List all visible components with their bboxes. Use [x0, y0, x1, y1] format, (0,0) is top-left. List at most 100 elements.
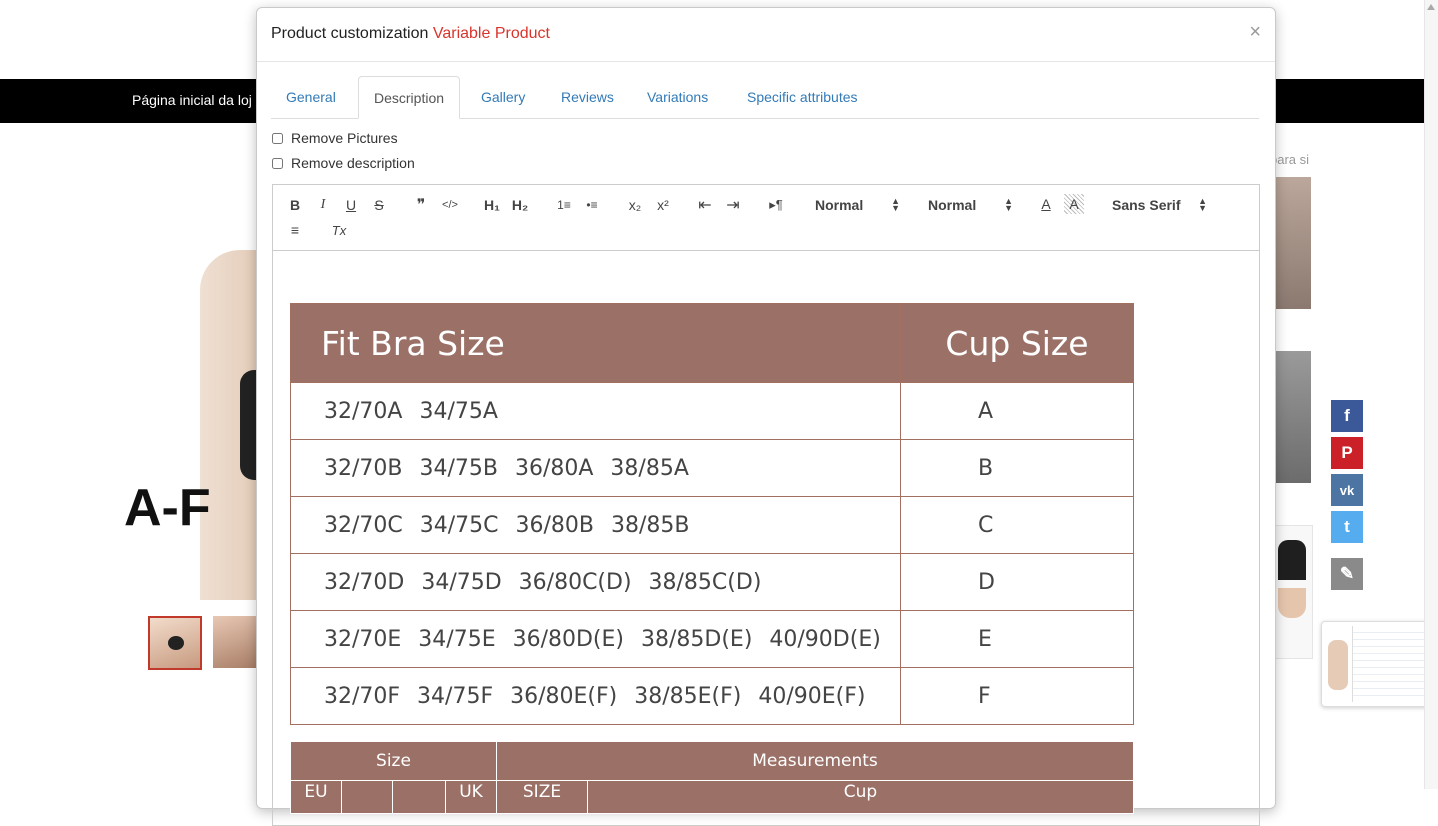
size-chart-header-row: Fit Bra Size Cup Size: [290, 303, 1134, 383]
measurements-header-row: Size Measurements: [290, 741, 1134, 781]
underline-button[interactable]: U: [341, 195, 361, 215]
remove-description-label: Remove description: [291, 155, 415, 171]
modal-header: Product customization Variable Product ×: [257, 8, 1275, 62]
remove-description-checkbox[interactable]: [272, 157, 283, 169]
size-chart-cup-cell: F: [900, 667, 1134, 725]
size-chart-cup-cell: B: [900, 439, 1134, 497]
thumbnail-detail: [168, 636, 184, 650]
size-chart-cup-cell: D: [900, 553, 1134, 611]
product-thumbnail-1[interactable]: [148, 616, 202, 670]
strike-button[interactable]: S: [369, 195, 389, 215]
indent-button[interactable]: ⇥: [723, 195, 743, 215]
modal-tabs: General Description Gallery Reviews Vari…: [271, 76, 1259, 119]
clean-format-button[interactable]: Tx: [329, 220, 349, 240]
bullet-list-button[interactable]: •≡: [582, 195, 602, 215]
tab-general[interactable]: General: [271, 76, 351, 118]
pinterest-share-icon[interactable]: P: [1331, 437, 1363, 469]
modal-title: Product customization Variable Product: [271, 25, 550, 43]
editor-content[interactable]: Fit Bra Size Cup Size 32/70A 34/75A A 32…: [273, 251, 1259, 825]
font-select[interactable]: Sans Serif ▲ ▼: [1112, 196, 1207, 214]
tab-variations[interactable]: Variations: [632, 76, 723, 118]
tab-reviews[interactable]: Reviews: [546, 76, 629, 118]
modal-title-product-type: Variable Product: [432, 25, 550, 42]
eu-column-header: EU: [290, 780, 342, 814]
size-chart-row: 32/70F 34/75F 36/80E(F) 38/85E(F) 40/90E…: [290, 667, 1134, 725]
product-image-caption: A-F: [124, 479, 211, 537]
size-select-value: Normal: [815, 197, 864, 213]
italic-button[interactable]: I: [313, 195, 333, 215]
measurements-subheader-row: EU UK SIZE Cup: [290, 780, 1134, 814]
size-chart-sizes-cell: 32/70C 34/75C 36/80B 38/85B: [290, 496, 901, 554]
size-column-header: SIZE: [496, 780, 588, 814]
size-chart-sizes-cell: 32/70D 34/75D 36/80C(D) 38/85C(D): [290, 553, 901, 611]
size-column-blank: [341, 780, 393, 814]
ordered-list-button[interactable]: 1≡: [554, 195, 574, 215]
edit-pencil-icon[interactable]: ✎: [1331, 558, 1363, 590]
header-select-value: Normal: [928, 197, 977, 213]
scroll-up-arrow-icon[interactable]: [1427, 4, 1435, 10]
uk-column-header: UK: [445, 780, 497, 814]
tab-specific-attributes[interactable]: Specific attributes: [732, 76, 873, 118]
header-select-arrow-icon: ▲ ▼: [1004, 196, 1013, 213]
related-product-1[interactable]: [1273, 177, 1311, 309]
size-chart-cup-cell: C: [900, 496, 1134, 554]
related-product-2[interactable]: [1273, 351, 1311, 483]
size-chart-sizes-cell: 32/70B 34/75B 36/80A 38/85A: [290, 439, 901, 497]
header-2-button[interactable]: H₂: [510, 195, 530, 215]
related-product-image-bottom: [1278, 588, 1306, 618]
bra-size-chart: Fit Bra Size Cup Size 32/70A 34/75A A 32…: [290, 303, 1134, 725]
font-select-value: Sans Serif: [1112, 197, 1181, 213]
superscript-button[interactable]: x²: [653, 195, 673, 215]
size-chart-sizes-cell: 32/70A 34/75A: [290, 382, 901, 440]
page-scrollbar[interactable]: [1424, 0, 1438, 789]
text-color-button[interactable]: A: [1036, 194, 1056, 214]
size-chart-row: 32/70D 34/75D 36/80C(D) 38/85C(D) D: [290, 553, 1134, 611]
product-customization-modal: Product customization Variable Product ×…: [256, 7, 1276, 826]
fit-bra-size-header: Fit Bra Size: [290, 303, 901, 383]
description-editor: B I U S ❞ </> H₁ H₂ 1≡ •≡ x₂ x² ⇤ ⇥ ▸¶ N…: [272, 184, 1260, 826]
outdent-button[interactable]: ⇤: [695, 195, 715, 215]
related-product-image-top: [1278, 540, 1306, 580]
editor-toolbar: B I U S ❞ </> H₁ H₂ 1≡ •≡ x₂ x² ⇤ ⇥ ▸¶ N…: [273, 185, 1259, 251]
align-button[interactable]: ≡: [285, 220, 305, 240]
close-icon[interactable]: ×: [1249, 22, 1261, 42]
facebook-share-icon[interactable]: f: [1331, 400, 1363, 432]
remove-pictures-label: Remove Pictures: [291, 130, 398, 146]
size-chart-sizes-cell: 32/70E 34/75E 36/80D(E) 38/85D(E) 40/90D…: [290, 610, 901, 668]
tab-gallery[interactable]: Gallery: [466, 76, 540, 118]
measurements-group-header: Measurements: [496, 741, 1134, 781]
related-product-3[interactable]: [1273, 525, 1313, 659]
size-chart-sizes-cell: 32/70F 34/75F 36/80E(F) 38/85E(F) 40/90E…: [290, 667, 901, 725]
store-home-link[interactable]: Página inicial da loj: [132, 92, 252, 108]
cup-size-header: Cup Size: [900, 303, 1134, 383]
blockquote-button[interactable]: ❞: [411, 195, 431, 215]
text-direction-button[interactable]: ▸¶: [766, 195, 786, 215]
size-chart-cup-cell: A: [900, 382, 1134, 440]
size-column-blank: [392, 780, 446, 814]
background-color-button[interactable]: A: [1064, 194, 1084, 214]
vk-share-icon[interactable]: vk: [1331, 474, 1363, 506]
remove-pictures-option: Remove Pictures: [272, 129, 398, 147]
subscript-button[interactable]: x₂: [625, 195, 645, 215]
header-select[interactable]: Normal ▲ ▼: [928, 196, 1013, 214]
measurements-table: Size Measurements EU UK SIZE Cup: [290, 741, 1134, 814]
size-select-arrow-icon: ▲ ▼: [891, 196, 900, 213]
size-chart-row: 32/70E 34/75E 36/80D(E) 38/85D(E) 40/90D…: [290, 610, 1134, 668]
page-preview-thumbnail[interactable]: [1321, 621, 1438, 707]
header-1-button[interactable]: H₁: [482, 195, 502, 215]
size-chart-cup-cell: E: [900, 610, 1134, 668]
bold-button[interactable]: B: [285, 195, 305, 215]
size-select[interactable]: Normal ▲ ▼: [815, 196, 900, 214]
tab-description[interactable]: Description: [358, 76, 461, 119]
remove-description-option: Remove description: [272, 154, 415, 172]
code-block-button[interactable]: </>: [440, 195, 460, 215]
modal-title-text: Product customization: [271, 25, 429, 42]
twitter-share-icon[interactable]: t: [1331, 511, 1363, 543]
remove-pictures-checkbox[interactable]: [272, 132, 283, 144]
size-chart-row: 32/70B 34/75B 36/80A 38/85A B: [290, 439, 1134, 497]
size-chart-row: 32/70C 34/75C 36/80B 38/85B C: [290, 496, 1134, 554]
preview-product-image: [1328, 640, 1348, 690]
cup-column-header: Cup: [587, 780, 1134, 814]
font-select-arrow-icon: ▲ ▼: [1198, 196, 1207, 213]
size-group-header: Size: [290, 741, 497, 781]
